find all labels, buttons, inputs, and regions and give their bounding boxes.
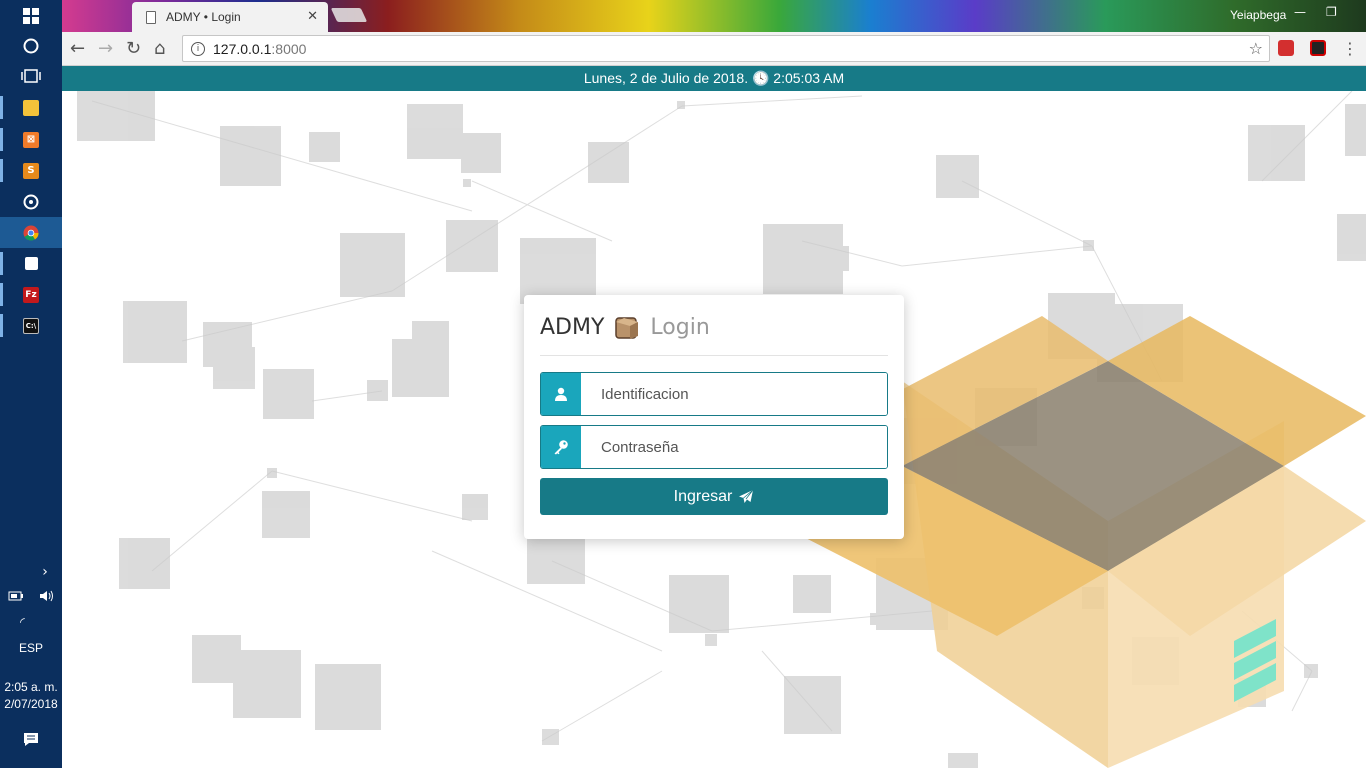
task-view-button[interactable] (0, 60, 62, 91)
terminal-icon: C:\ (23, 317, 39, 334)
web-page: Lunes, 2 de Julio de 2018. 🕓 2:05:03 AM (62, 66, 1366, 768)
profile-name[interactable]: Yeiapbega (1230, 8, 1286, 22)
sublime-button[interactable]: S (0, 155, 62, 186)
clock-time[interactable]: 2:05 a. m. (0, 680, 62, 694)
cortana-button[interactable] (0, 30, 62, 61)
user-icon (541, 373, 581, 415)
minimize-icon[interactable]: — (1294, 5, 1306, 19)
xampp-icon: ⊠ (23, 131, 39, 148)
wifi-icon: ◜ (20, 614, 25, 629)
pinned-indicator (0, 283, 3, 306)
pinned-indicator (0, 96, 3, 119)
maximize-icon[interactable]: ❐ (1326, 5, 1337, 19)
task-view-icon (21, 68, 41, 83)
password-input[interactable] (581, 426, 887, 468)
new-tab-button[interactable] (330, 8, 368, 22)
filezilla-button[interactable]: Fz (0, 279, 62, 310)
notification-icon (24, 732, 38, 746)
chrome-icon (23, 225, 39, 241)
chevron-right-icon: › (42, 563, 48, 580)
bookmark-star-icon[interactable]: ☆ (1249, 39, 1263, 58)
filezilla-icon: Fz (23, 286, 39, 303)
media-button[interactable] (0, 186, 62, 217)
key-icon (541, 426, 581, 468)
password-field-group (540, 425, 888, 469)
network-button[interactable]: ◜ (0, 606, 45, 637)
paper-plane-icon (739, 489, 754, 503)
login-subtitle: Login (650, 314, 710, 340)
disc-icon (23, 194, 39, 209)
home-icon[interactable]: ⌂ (154, 38, 165, 60)
start-button[interactable] (0, 0, 62, 31)
tab-close-icon[interactable]: ✕ (307, 9, 318, 24)
address-bar[interactable]: i 127.0.0.1:8000 ☆ (182, 35, 1270, 62)
browser-tab[interactable]: ADMY • Login ✕ (132, 2, 328, 32)
username-input[interactable] (581, 373, 887, 415)
windows-taskbar: ⊠ S Fz C:\ › ◜ ESP 2:05 a. m. 2/07/2018 (0, 0, 62, 768)
pinned-indicator (0, 128, 3, 151)
divider (540, 355, 888, 356)
pinned-indicator (0, 252, 3, 275)
volume-icon (39, 590, 53, 601)
info-icon[interactable]: i (191, 41, 205, 56)
extension-icon[interactable] (1310, 40, 1326, 56)
language-indicator[interactable]: ESP (0, 641, 62, 655)
chrome-button[interactable] (0, 217, 62, 248)
extension-icon[interactable] (1278, 40, 1294, 56)
box-logo-icon (615, 317, 639, 339)
tab-title: ADMY • Login (166, 10, 241, 24)
menu-dots-icon[interactable]: ⋮ (1342, 38, 1358, 60)
login-card: ADMY Login Ingresar (524, 295, 904, 539)
url-port: :8000 (271, 40, 307, 57)
battery-icon (8, 591, 23, 600)
browser-toolbar: ← → ↻ ⌂ i 127.0.0.1:8000 ☆ ⋮ (62, 32, 1366, 66)
cmd-button[interactable]: C:\ (0, 310, 62, 341)
folder-icon (23, 99, 39, 116)
clock-date[interactable]: 2/07/2018 (0, 697, 62, 711)
pinned-indicator (0, 159, 3, 182)
brand-name: ADMY (540, 314, 605, 340)
url-host: 127.0.0.1 (213, 40, 272, 57)
xampp-button[interactable]: ⊠ (0, 124, 62, 155)
url-text: 127.0.0.1:8000 (213, 41, 306, 57)
document-icon (146, 10, 156, 24)
pinned-indicator (0, 314, 3, 337)
action-center-button[interactable] (0, 723, 62, 754)
reload-icon[interactable]: ↻ (126, 38, 141, 60)
sublime-icon: S (23, 162, 39, 179)
file-explorer-button[interactable] (0, 92, 62, 123)
username-field-group (540, 372, 888, 416)
sticky-note-icon (24, 257, 38, 270)
sticky-notes-button[interactable] (0, 248, 62, 279)
browser-tab-strip: ADMY • Login ✕ Yeiapbega — ❐ (62, 0, 1366, 32)
cortana-icon (23, 38, 39, 53)
windows-icon (23, 7, 39, 24)
back-arrow-icon[interactable]: ← (70, 38, 85, 60)
forward-arrow-icon[interactable]: → (98, 38, 113, 60)
login-heading: ADMY Login (540, 311, 888, 343)
date-time-banner: Lunes, 2 de Julio de 2018. 🕓 2:05:03 AM (62, 66, 1366, 91)
login-submit-label: Ingresar (673, 487, 733, 505)
login-submit-button[interactable]: Ingresar (540, 478, 888, 515)
